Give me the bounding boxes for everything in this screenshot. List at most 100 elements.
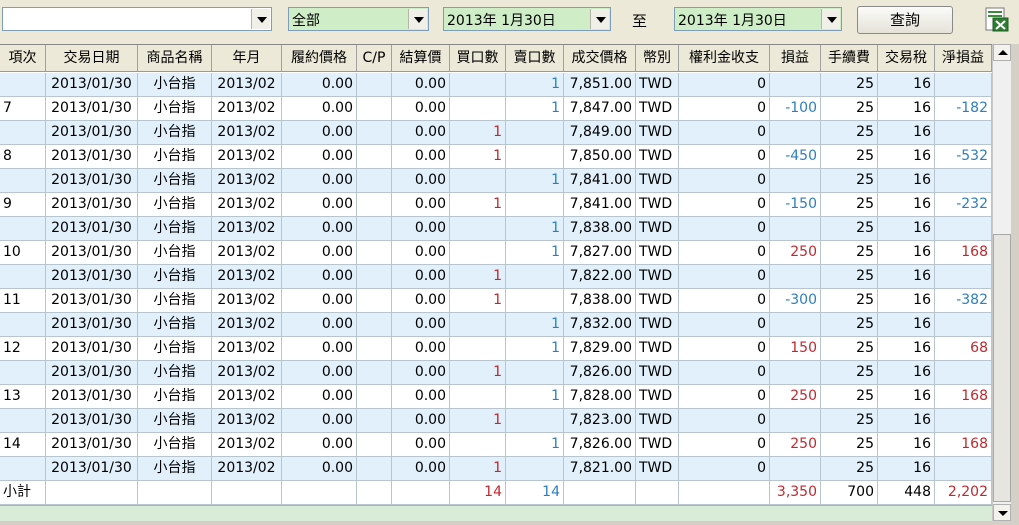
chevron-down-icon[interactable]: [821, 9, 840, 29]
column-header[interactable]: 權利金收支: [679, 45, 770, 71]
cell-date: 2013/01/30: [46, 361, 138, 385]
column-header[interactable]: 項次: [0, 45, 46, 71]
column-header[interactable]: 淨損益: [935, 45, 992, 71]
column-header[interactable]: 商品名稱: [138, 45, 212, 71]
table-row[interactable]: 2013/01/30 小台指 2013/02 0.00 0.00 1 7,849.00 TWD…: [0, 121, 992, 145]
cell-pl: -300: [770, 289, 821, 313]
cell-strike: 0.00: [282, 121, 357, 145]
cell-strike: 0.00: [282, 313, 357, 337]
column-header[interactable]: 結算價: [392, 45, 450, 71]
horizontal-scrollbar[interactable]: [0, 505, 992, 521]
cell-no: 12: [0, 337, 46, 361]
cell-price: 7,826.00: [564, 433, 636, 457]
cell-cur: TWD: [636, 433, 679, 457]
chevron-down-icon[interactable]: [251, 9, 270, 29]
column-header[interactable]: 履約價格: [282, 45, 357, 71]
table-row[interactable]: 2013/01/30 小台指 2013/02 0.00 0.00 1 7,822.00 TWD…: [0, 265, 992, 289]
cell-date: 2013/01/30: [46, 73, 138, 97]
cell-no: 10: [0, 241, 46, 265]
cell-ym: 2013/02: [212, 169, 282, 193]
cell-tax: 16: [878, 97, 935, 121]
cell-buy: [450, 97, 506, 121]
cell-buy: 1: [450, 145, 506, 169]
table-row[interactable]: 9 2013/01/30 小台指 2013/02 0.00 0.00 1 7,841.00 TW…: [0, 193, 992, 217]
cell-pl: [770, 361, 821, 385]
cell-cur: TWD: [636, 457, 679, 481]
cell-buy: [450, 385, 506, 409]
subtotal-pl: 3,350: [770, 481, 821, 505]
account-select[interactable]: [2, 7, 272, 31]
cell-settle: 0.00: [392, 337, 450, 361]
cell-product: 小台指: [138, 121, 212, 145]
excel-export-icon[interactable]: [984, 7, 1010, 33]
subtotal-fee: 700: [821, 481, 878, 505]
cell-sell: 1: [506, 217, 564, 241]
cell-ym: 2013/02: [212, 193, 282, 217]
cell-ym: 2013/02: [212, 457, 282, 481]
vertical-scrollbar[interactable]: [992, 44, 1011, 521]
cell-net: -532: [935, 145, 992, 169]
table-row[interactable]: 2013/01/30 小台指 2013/02 0.00 0.00 1 7,821.00 TWD…: [0, 457, 992, 481]
table-row[interactable]: 2013/01/30 小台指 2013/02 0.00 0.00 1 7,851.00 TWD…: [0, 73, 992, 97]
table-row[interactable]: 2013/01/30 小台指 2013/02 0.00 0.00 1 7,841.00 TWD…: [0, 169, 992, 193]
column-header[interactable]: 交易稅: [878, 45, 935, 71]
cell-pl: [770, 217, 821, 241]
cell-cp: [357, 97, 392, 121]
table-row[interactable]: 11 2013/01/30 小台指 2013/02 0.00 0.00 1 7,838.00 T…: [0, 289, 992, 313]
table-row[interactable]: 13 2013/01/30 小台指 2013/02 0.00 0.00 1 7,828.00 T…: [0, 385, 992, 409]
scroll-thumb[interactable]: [993, 234, 1011, 502]
table-row[interactable]: 7 2013/01/30 小台指 2013/02 0.00 0.00 1 7,847.00 TW…: [0, 97, 992, 121]
cell-buy: [450, 169, 506, 193]
column-header[interactable]: 成交價格: [564, 45, 636, 71]
cell-cp: [357, 265, 392, 289]
column-header[interactable]: 損益: [770, 45, 821, 71]
query-button[interactable]: 查詢: [857, 6, 953, 34]
product-select[interactable]: 全部: [288, 7, 429, 31]
scroll-up-icon[interactable]: [993, 44, 1011, 61]
column-header[interactable]: 幣別: [636, 45, 679, 71]
cell-pl: [770, 409, 821, 433]
cell-buy: 1: [450, 265, 506, 289]
cell-settle: 0.00: [392, 433, 450, 457]
column-header[interactable]: C/P: [357, 45, 392, 71]
cell-cp: [357, 313, 392, 337]
cell-date: 2013/01/30: [46, 265, 138, 289]
column-header[interactable]: 手續費: [821, 45, 878, 71]
cell-strike: 0.00: [282, 265, 357, 289]
cell-strike: 0.00: [282, 361, 357, 385]
cell-date: 2013/01/30: [46, 217, 138, 241]
column-header[interactable]: 交易日期: [46, 45, 138, 71]
cell-cp: [357, 457, 392, 481]
cell-premium: 0: [679, 241, 770, 265]
table-row[interactable]: 10 2013/01/30 小台指 2013/02 0.00 0.00 1 7,827.00 T…: [0, 241, 992, 265]
cell-ym: 2013/02: [212, 385, 282, 409]
column-header[interactable]: 賣口數: [506, 45, 564, 71]
table-row[interactable]: 2013/01/30 小台指 2013/02 0.00 0.00 1 7,832.00 TWD…: [0, 313, 992, 337]
cell-date: 2013/01/30: [46, 457, 138, 481]
cell-buy: [450, 433, 506, 457]
column-header[interactable]: 買口數: [450, 45, 506, 71]
table-row[interactable]: 2013/01/30 小台指 2013/02 0.00 0.00 1 7,826.00 TWD…: [0, 361, 992, 385]
cell-settle: 0.00: [392, 121, 450, 145]
scroll-down-icon[interactable]: [993, 504, 1011, 521]
chevron-down-icon[interactable]: [408, 9, 427, 29]
cell-no: 14: [0, 433, 46, 457]
cell-tax: 16: [878, 265, 935, 289]
cell-cur: TWD: [636, 361, 679, 385]
table-row[interactable]: 2013/01/30 小台指 2013/02 0.00 0.00 1 7,838.00 TWD…: [0, 217, 992, 241]
cell-product: 小台指: [138, 409, 212, 433]
table-row[interactable]: 14 2013/01/30 小台指 2013/02 0.00 0.00 1 7,826.00 T…: [0, 433, 992, 457]
cell-price: 7,829.00: [564, 337, 636, 361]
date-from-picker[interactable]: 2013年 1月30日: [443, 7, 611, 31]
cell-cp: [357, 241, 392, 265]
cell-price: 7,849.00: [564, 121, 636, 145]
table-row[interactable]: 12 2013/01/30 小台指 2013/02 0.00 0.00 1 7,829.00 T…: [0, 337, 992, 361]
column-header[interactable]: 年月: [212, 45, 282, 71]
subtotal-net: 2,202: [935, 481, 992, 505]
date-to-picker[interactable]: 2013年 1月30日: [674, 7, 842, 31]
chevron-down-icon[interactable]: [590, 9, 609, 29]
cell-cur: TWD: [636, 145, 679, 169]
table-row[interactable]: 2013/01/30 小台指 2013/02 0.00 0.00 1 7,823.00 TWD…: [0, 409, 992, 433]
table-row[interactable]: 8 2013/01/30 小台指 2013/02 0.00 0.00 1 7,850.00 TW…: [0, 145, 992, 169]
cell-ym: 2013/02: [212, 433, 282, 457]
